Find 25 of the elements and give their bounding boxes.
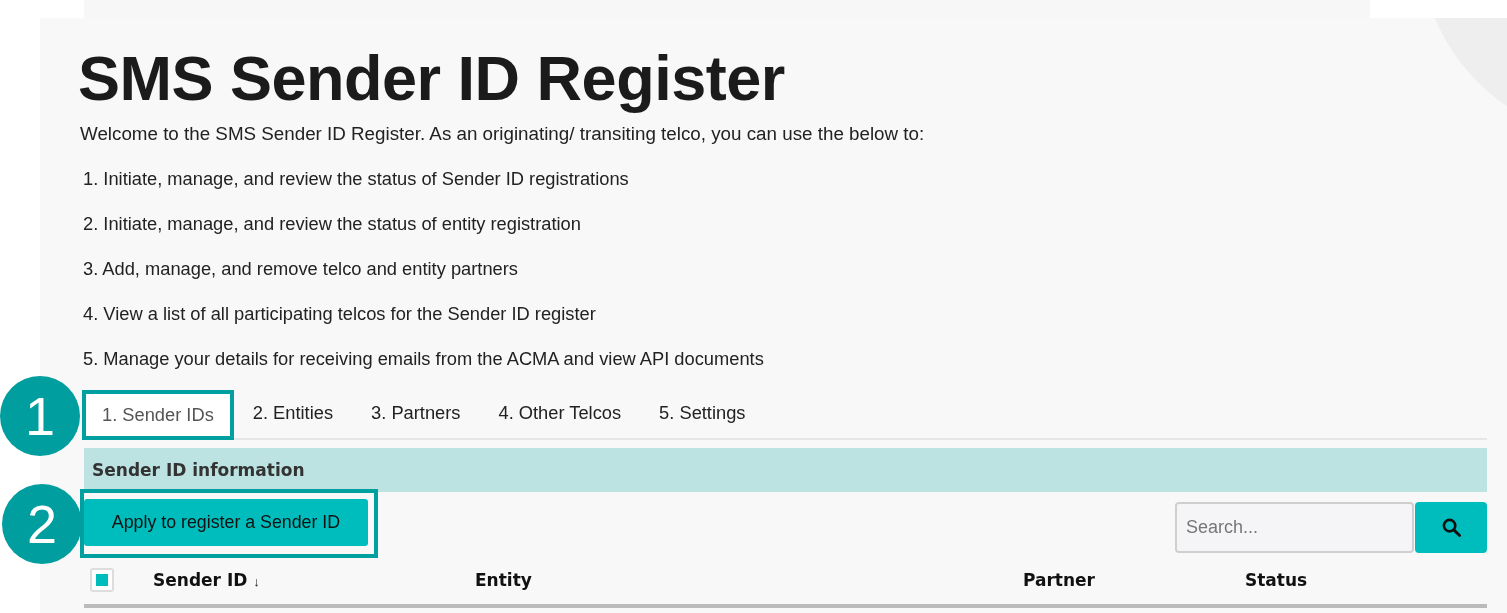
column-header[interactable]: Status <box>1245 570 1308 590</box>
tab[interactable]: 1. Sender IDs <box>82 390 234 440</box>
step-text: 2. Initiate, manage, and review the status of entity registration <box>83 212 581 236</box>
sort-indicator[interactable]: ↓ <box>253 574 260 589</box>
tab[interactable]: 3. Partners <box>352 390 480 436</box>
search-button[interactable] <box>1415 502 1487 553</box>
tab[interactable]: 4. Other Telcos <box>479 390 641 436</box>
step-text: 3. Add, manage, and remove telco and entity partners <box>83 257 518 281</box>
search-field[interactable]: Search... <box>1175 502 1414 553</box>
column-header[interactable]: Partner <box>1023 570 1095 590</box>
step-text: 5. Manage your details for receiving emails from the ACMA and view API documents <box>83 347 764 371</box>
step-number-badge: 2 <box>2 484 82 564</box>
step-text: 1. Initiate, manage, and review the status of Sender ID registrations <box>83 167 629 191</box>
tab[interactable]: 5. Settings <box>640 390 765 436</box>
apply-button[interactable]: Apply to register a Sender ID <box>84 499 368 546</box>
search-icon <box>1441 518 1461 537</box>
section-header: Sender ID information <box>84 448 1487 492</box>
column-header[interactable]: Sender ID <box>153 570 248 590</box>
step-number-badge: 1 <box>0 376 80 456</box>
intro-text: Welcome to the SMS Sender ID Register. As an originating/ transiting telco, you can use the below to: <box>80 122 925 146</box>
page-title: SMS Sender ID Register <box>78 42 785 114</box>
tab[interactable]: 2. Entities <box>233 390 353 436</box>
column-header[interactable]: Entity <box>475 570 532 590</box>
select-all-checkbox[interactable] <box>90 568 114 592</box>
step-text: 4. View a list of all participating telcos for the Sender ID register <box>83 302 596 326</box>
